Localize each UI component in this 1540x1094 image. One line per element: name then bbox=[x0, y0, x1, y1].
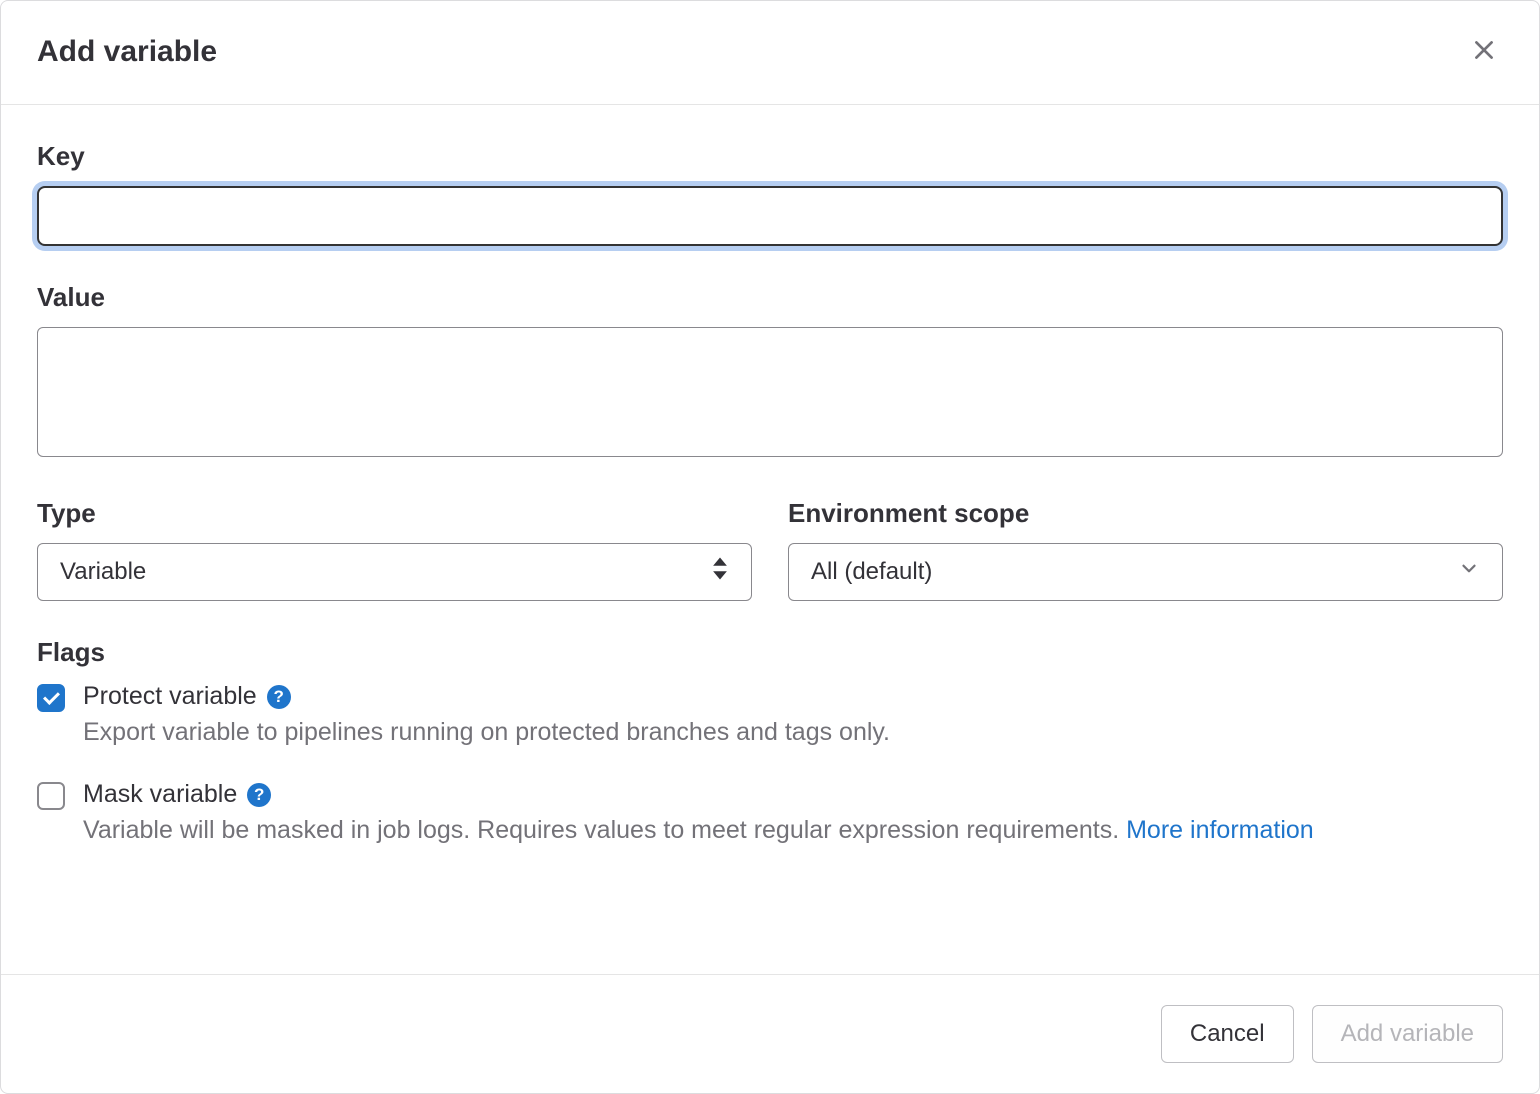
env-scope-field-group: Environment scope All (default) bbox=[788, 498, 1503, 601]
help-icon[interactable]: ? bbox=[267, 685, 291, 709]
flags-heading: Flags bbox=[37, 637, 1503, 668]
modal-body: Key Value Type Variable Environment scop… bbox=[1, 105, 1539, 974]
cancel-button[interactable]: Cancel bbox=[1161, 1005, 1294, 1063]
help-icon[interactable]: ? bbox=[247, 783, 271, 807]
mask-variable-checkbox[interactable] bbox=[37, 782, 65, 810]
mask-variable-description: Variable will be masked in job logs. Req… bbox=[83, 813, 1503, 848]
modal-footer: Cancel Add variable bbox=[1, 974, 1539, 1093]
type-selected-value: Variable bbox=[60, 558, 146, 586]
type-field-group: Type Variable bbox=[37, 498, 752, 601]
env-scope-selected-value: All (default) bbox=[811, 558, 932, 586]
close-icon bbox=[1471, 51, 1497, 66]
modal-title: Add variable bbox=[37, 35, 217, 69]
value-label: Value bbox=[37, 282, 1503, 313]
key-input[interactable] bbox=[37, 186, 1503, 246]
add-variable-button[interactable]: Add variable bbox=[1312, 1005, 1503, 1063]
type-label: Type bbox=[37, 498, 752, 529]
sort-icon bbox=[711, 558, 729, 587]
more-information-link[interactable]: More information bbox=[1126, 816, 1314, 844]
key-field-group: Key bbox=[37, 141, 1503, 246]
env-scope-select[interactable]: All (default) bbox=[788, 543, 1503, 601]
add-variable-modal: Add variable Key Value Type Variable bbox=[0, 0, 1540, 1094]
protect-variable-description: Export variable to pipelines running on … bbox=[83, 715, 1503, 750]
modal-header: Add variable bbox=[1, 1, 1539, 105]
value-textarea[interactable] bbox=[37, 327, 1503, 457]
close-button[interactable] bbox=[1465, 31, 1503, 72]
chevron-down-icon bbox=[1458, 558, 1480, 587]
protect-variable-label: Protect variable bbox=[83, 682, 257, 711]
protect-variable-row: Protect variable ? Export variable to pi… bbox=[37, 682, 1503, 750]
mask-variable-label: Mask variable bbox=[83, 780, 237, 809]
key-label: Key bbox=[37, 141, 1503, 172]
mask-variable-row: Mask variable ? Variable will be masked … bbox=[37, 780, 1503, 848]
type-select[interactable]: Variable bbox=[37, 543, 752, 601]
env-scope-label: Environment scope bbox=[788, 498, 1503, 529]
protect-variable-checkbox[interactable] bbox=[37, 684, 65, 712]
value-field-group: Value bbox=[37, 282, 1503, 462]
